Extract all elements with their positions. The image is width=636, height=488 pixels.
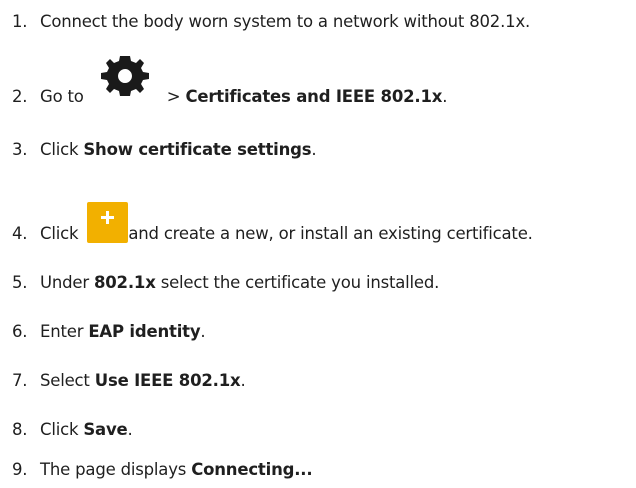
step-number: 3. (12, 140, 28, 159)
step-emphasis: Use IEEE 802.1x (94, 371, 241, 390)
step-text: Select (40, 371, 90, 390)
step-number: 2. (12, 87, 28, 106)
step-number: 1. (12, 12, 28, 31)
step-number: 5. (12, 273, 28, 292)
step-emphasis: Certificates and IEEE 802.1x (185, 87, 443, 106)
step-9: 9. The page displays Connecting... (12, 459, 636, 481)
add-certificate-button (87, 202, 128, 243)
step-text: Click (40, 224, 79, 243)
step-number: 8. (12, 420, 28, 439)
step-emphasis: Connecting... (191, 460, 313, 479)
step-punct: . (200, 322, 206, 341)
step-punct: . (442, 87, 448, 106)
plus-icon (101, 211, 114, 224)
step-number: 4. (12, 224, 28, 243)
step-emphasis: Save (83, 420, 128, 439)
step-text: Connect the body worn system to a networ… (40, 12, 531, 31)
separator: > (166, 87, 181, 106)
step-emphasis: 802.1x (94, 273, 156, 292)
step-7: 7. Select Use IEEE 802.1x. (12, 370, 636, 392)
step-punct: . (127, 420, 133, 439)
step-text: and create a new, or install an existing… (128, 224, 533, 243)
step-text: Enter (40, 322, 84, 341)
step-punct: . (311, 140, 317, 159)
step-text: Go to (40, 87, 84, 106)
step-number: 6. (12, 322, 28, 341)
step-6: 6. Enter EAP identity. (12, 321, 636, 343)
step-5: 5. Under 802.1x select the certificate yo… (12, 272, 636, 294)
step-number: 9. (12, 460, 28, 479)
step-number: 7. (12, 371, 28, 390)
step-emphasis: Show certificate settings (83, 140, 312, 159)
step-text: Click (40, 420, 79, 439)
step-text: The page displays (40, 460, 187, 479)
step-8: 8. Click Save. (12, 419, 636, 441)
step-text: Click (40, 140, 79, 159)
step-emphasis: EAP identity (88, 322, 201, 341)
step-3: 3. Click Show certificate settings. (12, 139, 636, 161)
step-punct: . (240, 371, 246, 390)
gear-icon (101, 56, 149, 96)
step-text: select the certificate you installed. (160, 273, 440, 292)
step-1: 1. Connect the body worn system to a netw… (12, 11, 636, 33)
instruction-list: 1. Connect the body worn system to a netw… (0, 0, 636, 488)
step-text: Under (40, 273, 89, 292)
